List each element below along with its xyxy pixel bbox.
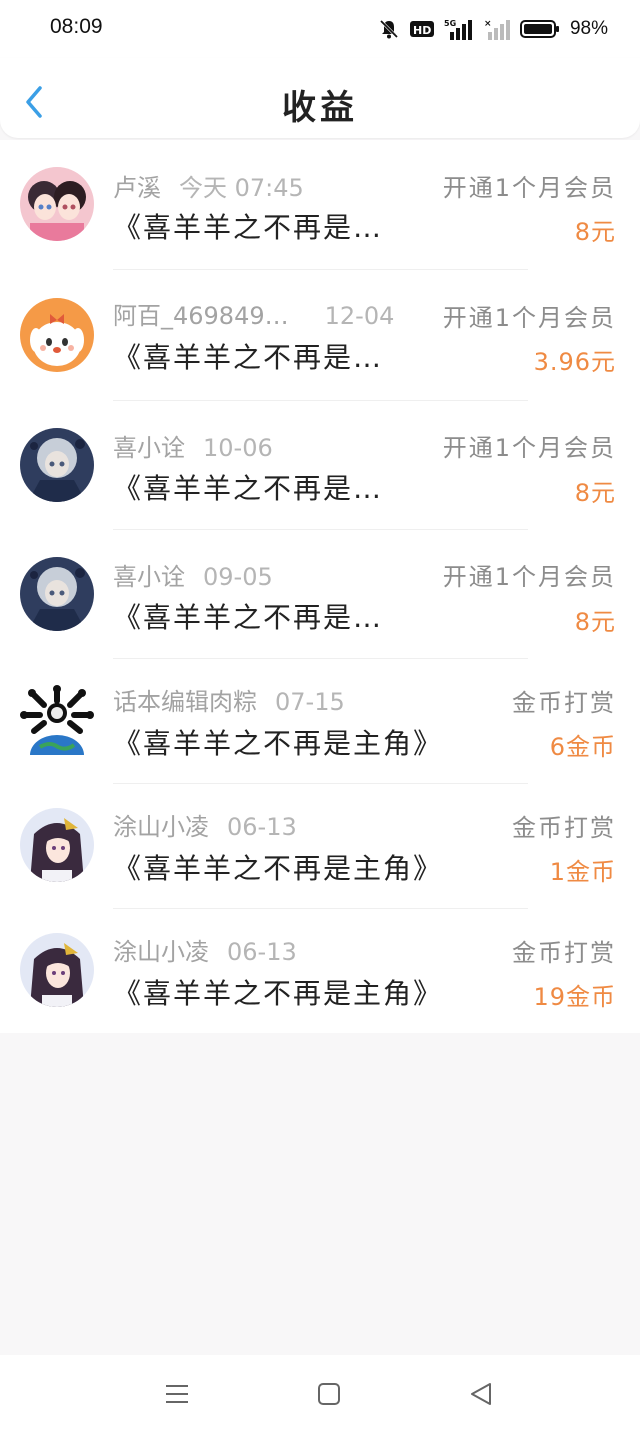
date: 06-13: [227, 813, 297, 841]
earning-type: 金币打赏: [512, 689, 616, 717]
book-title: 《喜羊羊之不再是主角》: [113, 852, 444, 885]
earning-amount: 3.96元: [533, 348, 616, 376]
earning-row[interactable]: 卢溪 今天 07:45 《喜羊羊之不再是… 开通1个月会员 8元: [0, 140, 640, 270]
earning-type: 开通1个月会员: [442, 304, 616, 332]
earning-row[interactable]: 涂山小凌 06-13 《喜羊羊之不再是主角》 金币打赏 1金币: [0, 784, 640, 909]
book-title: 《喜羊羊之不再是…: [113, 211, 384, 244]
earnings-list: 卢溪 今天 07:45 《喜羊羊之不再是… 开通1个月会员 8元 阿百_46984…: [0, 140, 640, 1033]
user-name: 喜小诠: [113, 434, 185, 462]
menu-button[interactable]: [162, 1379, 192, 1409]
avatar-image: [20, 167, 94, 241]
system-nav-bar: [0, 1355, 640, 1433]
user-name: 卢溪: [113, 174, 161, 202]
user-name-line: 喜小诠 09-05: [113, 557, 273, 592]
user-name-line: 涂山小凌 06-13: [113, 807, 297, 842]
earning-amount: 1金币: [549, 858, 616, 886]
avatar: [20, 298, 94, 372]
book-title: 《喜羊羊之不再是主角》: [113, 977, 444, 1010]
avatar: [20, 933, 94, 1007]
status-bar: 08:09 HD 5G × 98%: [0, 0, 640, 58]
date: 06-13: [227, 938, 297, 966]
avatar-image: [20, 933, 94, 1007]
date: 12-04: [324, 302, 395, 330]
status-icons: HD 5G × 98%: [378, 14, 608, 44]
battery-percent: 98%: [569, 18, 608, 39]
user-name-line: 话本编辑肉粽 07-15: [113, 682, 345, 717]
earning-row[interactable]: 喜小诠 09-05 《喜羊羊之不再是… 开通1个月会员 8元: [0, 530, 640, 659]
back-triangle-icon: [471, 1383, 491, 1405]
avatar-image: [20, 298, 94, 372]
book-title: 《喜羊羊之不再是…: [113, 472, 384, 505]
user-name: 喜小诠: [113, 563, 185, 591]
svg-text:HD: HD: [413, 24, 431, 37]
battery-icon: [519, 20, 559, 38]
date: 07-15: [275, 688, 345, 716]
user-name-line: 卢溪 今天 07:45: [113, 168, 304, 203]
user-name: 阿百_469849…: [113, 302, 289, 330]
status-time: 08:09: [50, 15, 103, 38]
earning-type: 金币打赏: [512, 814, 616, 842]
home-square-icon: [318, 1383, 340, 1405]
earning-type: 开通1个月会员: [442, 434, 616, 462]
book-title: 《喜羊羊之不再是…: [113, 341, 384, 374]
earning-row[interactable]: 阿百_469849… 12-04 《喜羊羊之不再是… 开通1个月会员 3.96元: [0, 270, 640, 401]
5g-signal-icon: 5G: [444, 19, 472, 40]
signal-off-icon: ×: [484, 19, 510, 40]
user-name: 话本编辑肉粽: [113, 688, 257, 716]
date: 09-05: [203, 563, 273, 591]
bell-muted-icon: [379, 19, 399, 39]
earning-amount: 19金币: [533, 983, 616, 1011]
header: 收益: [0, 58, 640, 138]
user-name-line: 涂山小凌 06-13: [113, 932, 297, 967]
user-name: 涂山小凌: [113, 938, 209, 966]
earning-amount: 8元: [574, 218, 616, 246]
svg-text:×: ×: [484, 19, 492, 29]
book-title: 《喜羊羊之不再是主角》: [113, 727, 444, 760]
avatar: [20, 681, 94, 759]
avatar: [20, 808, 94, 882]
earning-amount: 8元: [574, 608, 616, 636]
earning-type: 开通1个月会员: [442, 563, 616, 591]
home-button[interactable]: [314, 1379, 344, 1409]
earning-amount: 8元: [574, 479, 616, 507]
earning-row[interactable]: 话本编辑肉粽 07-15 《喜羊羊之不再是主角》 金币打赏 6金币: [0, 659, 640, 784]
earning-row[interactable]: 喜小诠 10-06 《喜羊羊之不再是… 开通1个月会员 8元: [0, 401, 640, 530]
user-name-line: 阿百_469849… 12-04: [113, 296, 394, 331]
menu-icon: [166, 1385, 188, 1403]
avatar-image: [20, 681, 94, 759]
book-title: 《喜羊羊之不再是…: [113, 601, 384, 634]
earning-row[interactable]: 涂山小凌 06-13 《喜羊羊之不再是主角》 金币打赏 19金币: [0, 909, 640, 1033]
hd-icon: HD: [409, 21, 434, 37]
user-name-line: 喜小诠 10-06: [113, 428, 273, 463]
earning-type: 开通1个月会员: [442, 174, 616, 202]
avatar: [20, 167, 94, 241]
page-title: 收益: [282, 88, 358, 128]
date: 10-06: [203, 434, 273, 462]
back-nav-button[interactable]: [466, 1379, 496, 1409]
avatar-image: [20, 428, 94, 502]
avatar-image: [20, 808, 94, 882]
avatar: [20, 557, 94, 631]
svg-text:5G: 5G: [444, 19, 456, 28]
user-name: 涂山小凌: [113, 813, 209, 841]
date: 今天 07:45: [179, 174, 304, 202]
earning-type: 金币打赏: [512, 939, 616, 967]
avatar-image: [20, 557, 94, 631]
earning-amount: 6金币: [549, 733, 616, 761]
avatar: [20, 428, 94, 502]
